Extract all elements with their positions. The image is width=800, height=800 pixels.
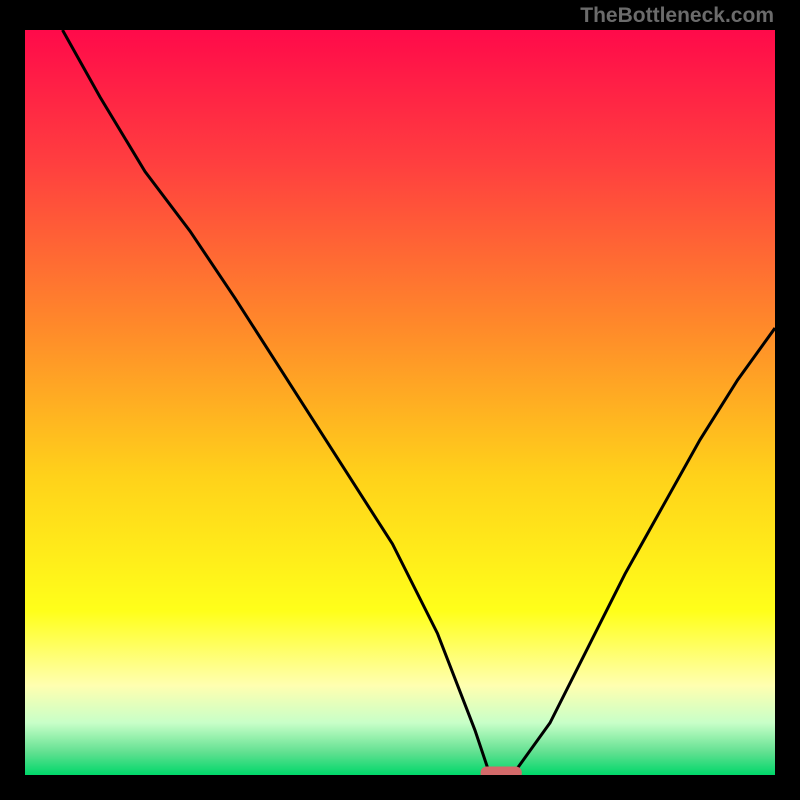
bottleneck-curve — [63, 30, 776, 775]
plot-area — [25, 30, 775, 775]
chart-frame: TheBottleneck.com — [0, 0, 800, 800]
curve-layer — [25, 30, 775, 775]
branding-text: TheBottleneck.com — [580, 4, 774, 28]
optimal-marker — [481, 767, 522, 776]
